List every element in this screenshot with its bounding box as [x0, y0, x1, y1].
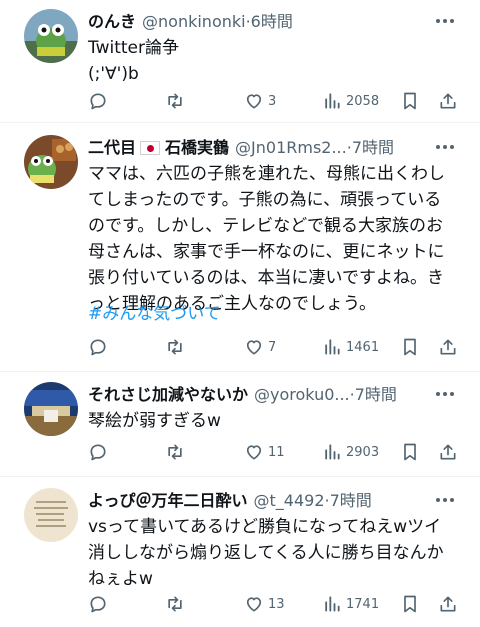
tweet-text: Twitter論争 (;'∀')b [88, 38, 179, 84]
heart-icon [244, 594, 264, 614]
share-button[interactable] [438, 337, 458, 357]
views-button[interactable]: 1741 [322, 594, 379, 614]
share-button[interactable] [438, 91, 458, 111]
heart-icon [244, 442, 264, 462]
tweet-header: よっぴ＠万年二日酔い @t_4492 · 7時間 [88, 488, 428, 514]
tweet-header: のんき @nonkinonki · 6時間 [88, 9, 428, 35]
like-button[interactable]: 7 [244, 337, 276, 357]
tweet[interactable]: 二代目 石橋実鶴 @Jn01Rms2... · 7時間 ママは、六匹の子熊を連れ… [0, 135, 480, 365]
tweet-text: vsって書いてあるけど勝負になってねえwツイ 消ししながら煽り返してくる人に勝ち… [88, 517, 444, 589]
retweet-icon [164, 594, 186, 614]
like-count: 7 [268, 339, 277, 355]
view-count: 1741 [346, 596, 380, 612]
bookmark-icon [400, 337, 420, 357]
views-button[interactable]: 2903 [322, 442, 379, 462]
bookmark-button[interactable] [400, 337, 420, 357]
reply-icon [88, 442, 108, 462]
tweet-header: 二代目 石橋実鶴 @Jn01Rms2... · 7時間 [88, 135, 428, 161]
retweet-button[interactable] [164, 442, 186, 462]
bookmark-button[interactable] [400, 594, 420, 614]
display-name[interactable]: 二代目 [88, 135, 136, 161]
like-button[interactable]: 13 [244, 594, 285, 614]
share-icon [438, 337, 458, 357]
tweet-actions: 7 1461 [88, 335, 460, 359]
more-icon[interactable] [434, 136, 456, 158]
bookmark-button[interactable] [400, 442, 420, 462]
user-handle[interactable]: @nonkinonki [142, 9, 246, 35]
like-button[interactable]: 11 [244, 442, 285, 462]
views-button[interactable]: 1461 [322, 337, 379, 357]
reply-button[interactable] [88, 442, 108, 462]
reply-button[interactable] [88, 337, 108, 357]
retweet-icon [164, 442, 186, 462]
views-icon [322, 91, 342, 111]
timestamp[interactable]: 7時間 [355, 382, 397, 408]
reply-button[interactable] [88, 594, 108, 614]
share-icon [438, 594, 458, 614]
like-count: 3 [268, 93, 277, 109]
like-count: 13 [268, 596, 285, 612]
bookmark-icon [400, 442, 420, 462]
timeline-feed: のんき @nonkinonki · 6時間 Twitter論争 (;'∀')b … [0, 0, 480, 627]
reply-button[interactable] [88, 91, 108, 111]
display-name[interactable]: のんき [88, 9, 136, 35]
bookmark-icon [400, 594, 420, 614]
like-button[interactable]: 3 [244, 91, 276, 111]
views-icon [322, 337, 342, 357]
display-name[interactable]: よっぴ＠万年二日酔い [88, 488, 248, 514]
avatar[interactable] [24, 9, 78, 63]
share-icon [438, 442, 458, 462]
japan-flag-icon [140, 141, 161, 155]
tweet-text: 琴絵が弱すぎるw [88, 411, 221, 431]
tweet[interactable]: それさじ加減やないか @yoroku0... · 7時間 琴絵が弱すぎるw 11… [0, 382, 480, 474]
views-icon [322, 594, 342, 614]
more-icon[interactable] [434, 489, 456, 511]
display-name[interactable]: それさじ加減やないか [88, 382, 248, 408]
bookmark-button[interactable] [400, 91, 420, 111]
retweet-button[interactable] [164, 91, 186, 111]
share-button[interactable] [438, 442, 458, 462]
more-icon[interactable] [434, 383, 456, 405]
avatar[interactable] [24, 135, 78, 189]
divider [0, 371, 480, 372]
tweet-actions: 13 1741 [88, 592, 460, 616]
timestamp[interactable]: 6時間 [251, 9, 293, 35]
user-handle[interactable]: @yoroku0... [254, 382, 350, 408]
retweet-icon [164, 337, 186, 357]
views-button[interactable]: 2058 [322, 91, 379, 111]
avatar[interactable] [24, 382, 78, 436]
tweet[interactable]: のんき @nonkinonki · 6時間 Twitter論争 (;'∀')b … [0, 9, 480, 121]
heart-icon [244, 91, 264, 111]
divider [0, 476, 480, 477]
tweet-header: それさじ加減やないか @yoroku0... · 7時間 [88, 382, 428, 408]
divider [0, 122, 480, 123]
heart-icon [244, 337, 264, 357]
reply-icon [88, 337, 108, 357]
tweet-actions: 11 2903 [88, 440, 460, 464]
timestamp[interactable]: 7時間 [330, 488, 372, 514]
view-count: 2058 [346, 93, 380, 109]
retweet-button[interactable] [164, 594, 186, 614]
like-count: 11 [268, 444, 285, 460]
retweet-button[interactable] [164, 337, 186, 357]
reply-icon [88, 91, 108, 111]
view-count: 1461 [346, 339, 380, 355]
reply-icon [88, 594, 108, 614]
more-icon[interactable] [434, 10, 456, 32]
tweet-text: ママは、六匹の子熊を連れた、母熊に出くわし てしまったのです。子熊の為に、頑張っ… [88, 164, 445, 314]
timestamp[interactable]: 7時間 [352, 135, 394, 161]
hashtag-link[interactable]: #みんな気づいて [88, 301, 454, 327]
bookmark-icon [400, 91, 420, 111]
share-icon [438, 91, 458, 111]
views-icon [322, 442, 342, 462]
retweet-icon [164, 91, 186, 111]
user-handle[interactable]: @t_4492 [254, 488, 325, 514]
tweet-actions: 3 2058 [88, 89, 460, 113]
user-handle[interactable]: @Jn01Rms2... [235, 135, 347, 161]
view-count: 2903 [346, 444, 380, 460]
tweet[interactable]: よっぴ＠万年二日酔い @t_4492 · 7時間 vsって書いてあるけど勝負にな… [0, 488, 480, 626]
avatar[interactable] [24, 488, 78, 542]
display-name-suffix[interactable]: 石橋実鶴 [165, 135, 229, 161]
share-button[interactable] [438, 594, 458, 614]
